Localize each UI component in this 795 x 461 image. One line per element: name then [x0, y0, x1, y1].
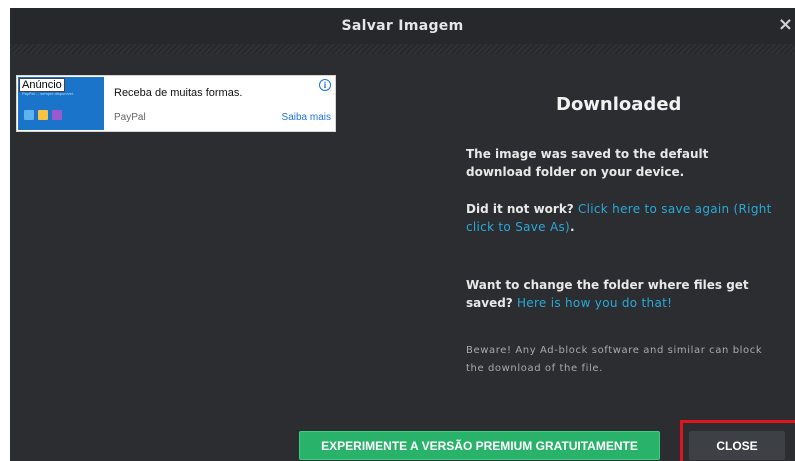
ad-headline[interactable]: Receba de muitas formas.	[114, 87, 242, 99]
ad-app-icon	[24, 110, 34, 120]
change-folder-message: Want to change the folder where files ge…	[466, 276, 776, 312]
close-button[interactable]: CLOSE	[689, 431, 785, 460]
dialog-header: Salvar Imagem ×	[10, 8, 795, 44]
info-icon[interactable]: i	[319, 79, 331, 91]
premium-trial-button[interactable]: EXPERIMENTE A VERSÃO PREMIUM GRATUITAMEN…	[299, 431, 660, 460]
how-to-link[interactable]: Here is how you do that!	[517, 296, 672, 310]
adblock-warning: Beware! Any Ad-block software and simila…	[466, 345, 763, 374]
header-stripe-divider	[10, 44, 795, 54]
retry-message: Did it not work? Click here to save agai…	[466, 200, 776, 236]
ad-app-icon	[38, 110, 48, 120]
ad-brand: PayPal	[114, 112, 146, 123]
ad-cta-link[interactable]: Saiba mais	[282, 112, 331, 123]
advertisement[interactable]: PayPal ... sempre disponível. Anúncio Re…	[16, 75, 336, 132]
close-icon[interactable]: ×	[778, 16, 793, 34]
downloaded-heading: Downloaded	[556, 94, 682, 115]
saved-message: The image was saved to the default downl…	[466, 147, 709, 179]
ad-badge: Anúncio	[19, 78, 65, 92]
retry-question: Did it not work?	[466, 202, 574, 216]
ad-app-icon	[52, 110, 62, 120]
dialog-title: Salvar Imagem	[341, 18, 464, 34]
retry-period: .	[570, 220, 575, 234]
